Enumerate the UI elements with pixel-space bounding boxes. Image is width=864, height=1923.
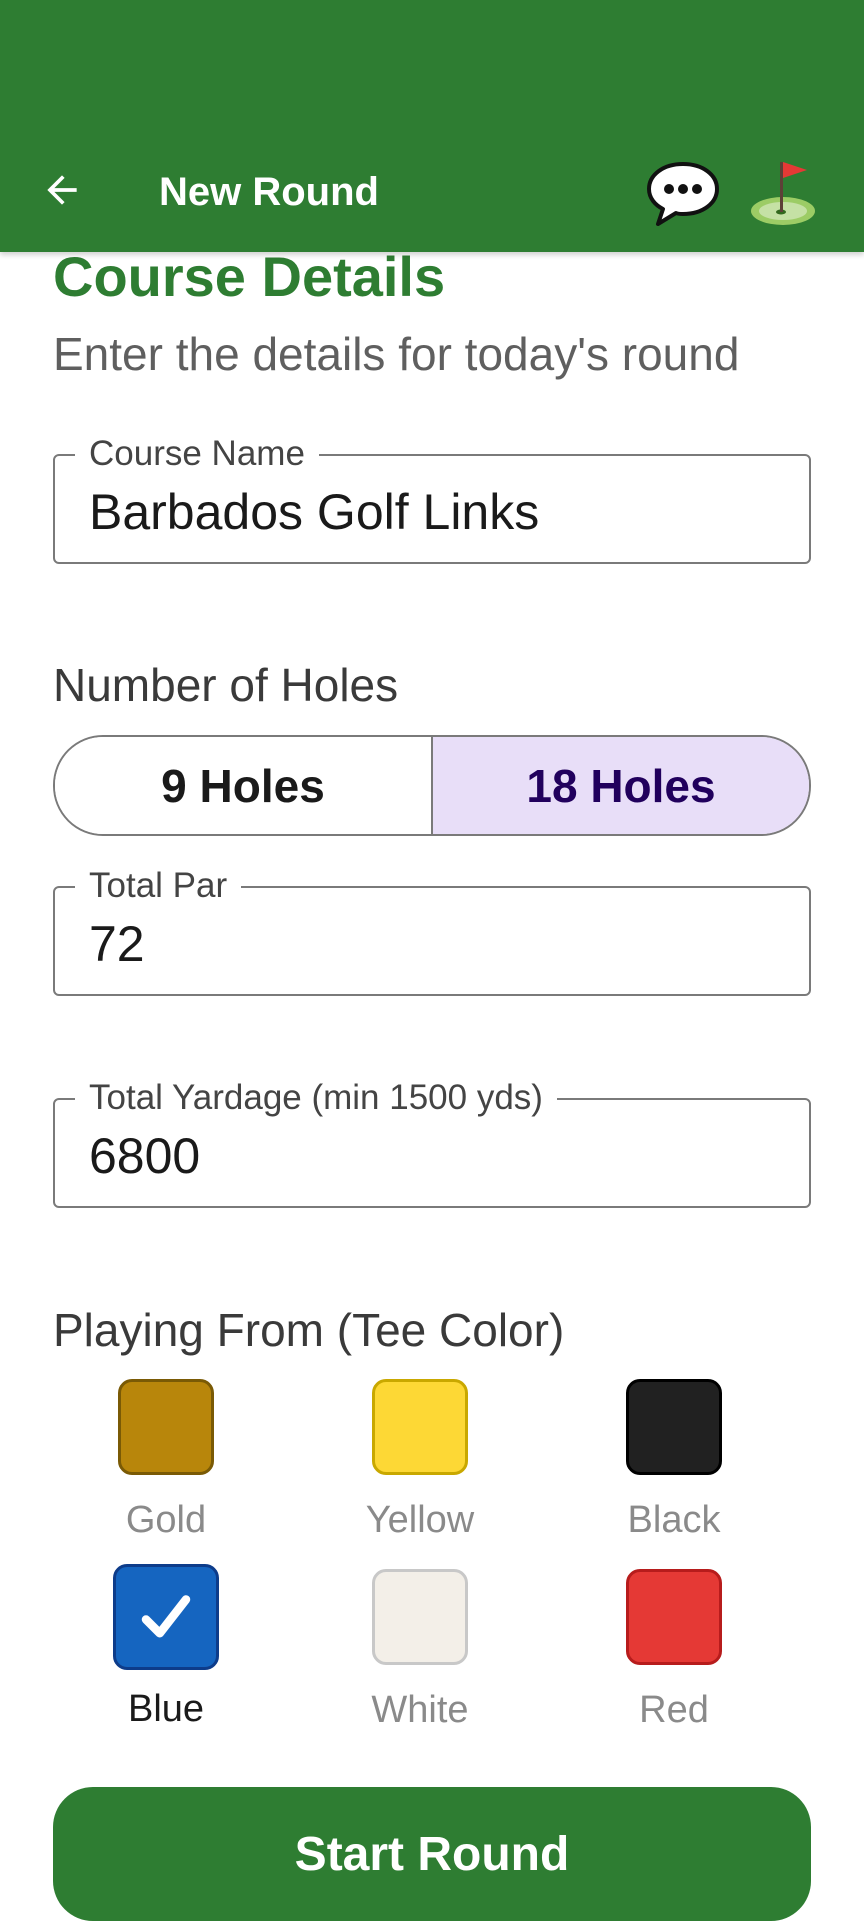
app-bar: New Round (0, 0, 864, 252)
tee-label: Blue (127, 1688, 205, 1730)
tee-option-red[interactable]: Red (594, 1569, 754, 1733)
tee-option-gold[interactable]: Gold (86, 1379, 246, 1543)
tee-swatch (372, 1569, 468, 1665)
holes-toggle: 9 Holes 18 Holes (53, 735, 811, 836)
total-yardage-label: Total Yardage (min 1500 yds) (75, 1078, 557, 1118)
tee-swatch (118, 1379, 214, 1475)
holes-label: Number of Holes (53, 659, 399, 711)
chat-button[interactable] (645, 158, 721, 230)
tee-swatch (626, 1569, 722, 1665)
form-content: Course Details Enter the details for tod… (0, 245, 864, 1923)
course-name-field[interactable]: Course Name Barbados Golf Links (53, 434, 811, 564)
total-par-label: Total Par (75, 866, 242, 906)
tee-option-black[interactable]: Black (594, 1379, 754, 1543)
speech-bubble-icon (647, 162, 719, 226)
page-title: New Round (159, 170, 379, 214)
holes-option-18[interactable]: 18 Holes (433, 737, 809, 834)
tee-option-yellow[interactable]: Yellow (340, 1379, 500, 1543)
tee-color-label: Playing From (Tee Color) (53, 1304, 565, 1356)
tee-label: Gold (125, 1499, 207, 1541)
golf-flag-icon (751, 162, 815, 225)
holes-option-9[interactable]: 9 Holes (55, 737, 433, 834)
section-title: Course Details (53, 245, 446, 308)
tee-label: Red (639, 1689, 709, 1731)
tee-option-white[interactable]: White (340, 1569, 500, 1733)
tee-swatch (372, 1379, 468, 1475)
start-round-button[interactable]: Start Round (53, 1787, 811, 1921)
tee-label: White (371, 1689, 469, 1731)
total-par-field[interactable]: Total Par 72 (53, 866, 811, 996)
tee-swatch (113, 1564, 219, 1670)
back-button[interactable] (30, 158, 94, 222)
tee-option-blue[interactable]: Blue (86, 1564, 246, 1732)
total-yardage-field[interactable]: Total Yardage (min 1500 yds) 6800 (53, 1078, 811, 1208)
section-subtitle: Enter the details for today's round (53, 328, 740, 380)
check-icon (141, 1595, 191, 1638)
arrow-left-icon (47, 175, 77, 205)
tee-swatch (626, 1379, 722, 1475)
total-par-input[interactable]: 72 (89, 914, 145, 974)
golf-button[interactable] (745, 156, 821, 232)
course-name-input[interactable]: Barbados Golf Links (89, 482, 539, 542)
total-yardage-input[interactable]: 6800 (89, 1126, 200, 1186)
tee-label: Black (627, 1499, 721, 1541)
tee-label: Yellow (365, 1499, 475, 1541)
course-name-label: Course Name (75, 434, 319, 474)
